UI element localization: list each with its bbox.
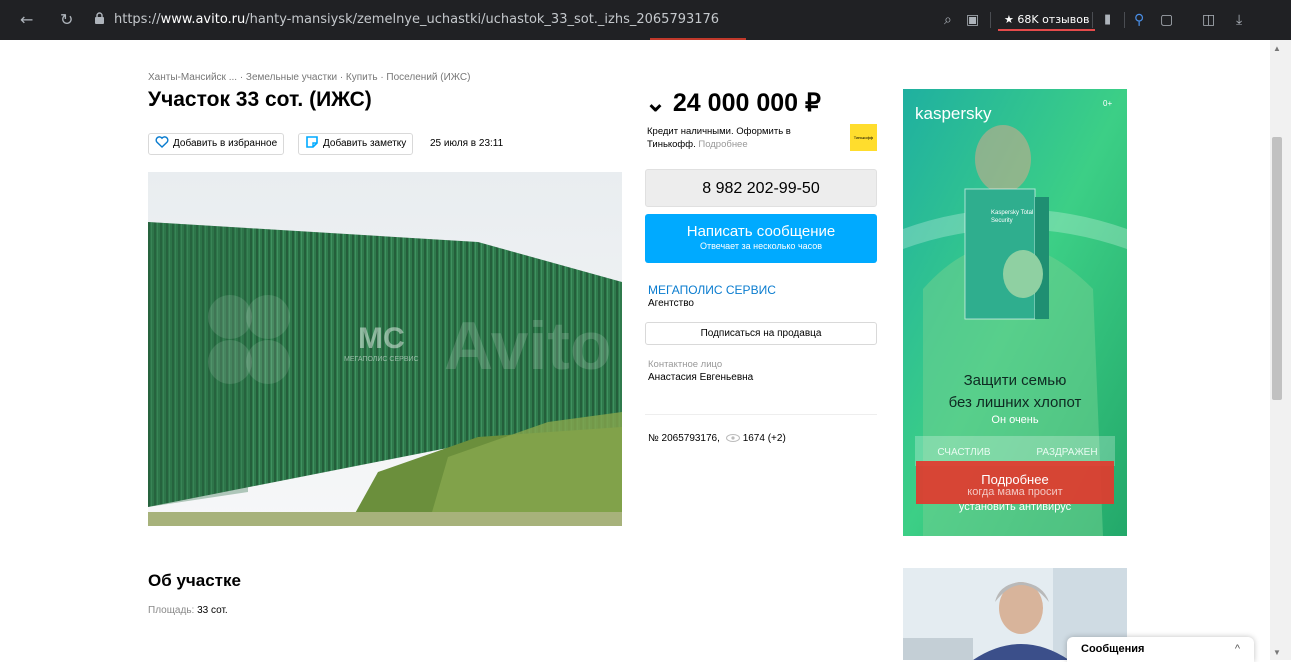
photo-logo: MC [358, 322, 405, 355]
show-phone-button[interactable]: 8 982 202-99-50 [645, 169, 877, 207]
bookmark-icon[interactable]: ▮ [1104, 10, 1111, 30]
avito-watermark: Avito [444, 308, 612, 384]
price-chevron-icon: ⌄ [645, 89, 666, 117]
breadcrumb[interactable]: Ханты-Мансийск ... · Земельные участки ·… [148, 72, 470, 83]
subscribe-seller-button[interactable]: Подписаться на продавца [645, 322, 877, 345]
back-icon[interactable]: ← [20, 10, 33, 30]
send-message-label: Написать сообщение [686, 223, 836, 240]
eye-icon [725, 434, 740, 442]
ad-brand: kaspersky [915, 104, 992, 123]
add-favorite-label: Добавить в избранное [173, 138, 278, 149]
seller-name-link[interactable]: МЕГАПОЛИС СЕРВИС [648, 283, 776, 297]
browser-toolbar: ← ↻ https://www.avito.ru/hanty-mansiysk/… [0, 0, 1291, 40]
kaspersky-ad-banner[interactable]: kaspersky 0+ Kaspersky Total Security За… [903, 89, 1127, 536]
add-note-button[interactable]: Добавить заметку [298, 133, 414, 155]
area-value: 33 сот. [197, 605, 228, 616]
lock-icon [95, 12, 104, 24]
scroll-down-icon[interactable]: ▼ [1273, 648, 1281, 657]
about-section-title: Об участке [148, 571, 241, 590]
add-note-label: Добавить заметку [323, 138, 407, 149]
ad-headline-2: без лишних хлопот [948, 394, 1082, 411]
scroll-up-icon[interactable]: ▲ [1273, 44, 1281, 53]
ad-cta-label: Подробнее [981, 472, 1049, 487]
messages-widget[interactable]: Сообщения ^ [1067, 637, 1254, 662]
page-scrollbar[interactable]: ▲ ▼ [1270, 40, 1291, 660]
credit-offer[interactable]: Кредит наличными. Оформить в Тинькофф. П… [647, 125, 842, 151]
ad-bottom-1: когда мама просит [967, 486, 1063, 498]
profile-icon[interactable]: ⚲ [1134, 10, 1144, 30]
ad-bottom-2: установить антивирус [958, 501, 1072, 513]
heart-icon [155, 136, 169, 148]
ad-subline: Он очень [991, 414, 1039, 426]
views-count: 1674 (+2) [742, 433, 786, 444]
price[interactable]: ⌄ 24 000 000 ₽ [645, 88, 821, 118]
search-icon[interactable]: ⌕ [944, 10, 952, 30]
ad-meta: № 2065793176, 1674 (+2) [648, 432, 786, 446]
address-bar[interactable]: https://www.avito.ru/hanty-mansiysk/zeme… [114, 11, 719, 29]
page-title: Участок 33 сот. (ИЖС) [148, 88, 372, 111]
ad-number: № 2065793176, [648, 433, 720, 444]
messages-label: Сообщения [1081, 643, 1145, 655]
bank-logo: Тинькофф [850, 124, 877, 151]
credit-more-link[interactable]: Подробнее [698, 139, 747, 150]
ad-option-1: СЧАСТЛИВ [937, 447, 991, 458]
chevron-up-icon[interactable]: ^ [1235, 637, 1240, 662]
note-icon [306, 136, 318, 148]
listing-photo[interactable]: Avito MC МЕГАПОЛИС СЕРВИС [148, 172, 622, 526]
add-favorite-button[interactable]: Добавить в избранное [148, 133, 285, 155]
url-path: /hanty-mansiysk/zemelnye_uchastki/uchast… [245, 12, 720, 27]
send-message-button[interactable]: Написать сообщение Отвечает за несколько… [645, 214, 877, 263]
reviews-badge[interactable]: ★ 68K отзывов [998, 9, 1096, 31]
contact-person-name: Анастасия Евгеньевна [648, 372, 754, 383]
scrollbar-thumb[interactable] [1272, 137, 1282, 400]
ad-age-rating: 0+ [1103, 99, 1113, 108]
seller-type: Агентство [648, 298, 694, 309]
extension-icon[interactable]: ▣ [966, 10, 979, 30]
collections-icon[interactable]: ◫ [1202, 10, 1215, 30]
download-icon[interactable]: ⤓ [1236, 10, 1242, 30]
area-row: Площадь: 33 сот. [148, 605, 228, 616]
url-scheme: https:// [114, 12, 161, 27]
ad-headline-1: Защити семью [963, 372, 1067, 389]
photo-logo-caption: МЕГАПОЛИС СЕРВИС [344, 356, 419, 363]
publish-date: 25 июля в 23:11 [430, 138, 504, 149]
url-domain: www.avito.ru [160, 12, 246, 27]
reload-icon[interactable]: ↻ [60, 10, 73, 30]
reader-icon[interactable]: ▢ [1160, 10, 1173, 30]
price-value: 24 000 000 ₽ [672, 89, 821, 117]
response-time: Отвечает за несколько часов [699, 241, 823, 251]
contact-person-label: Контактное лицо [648, 359, 723, 370]
ad-option-2: РАЗДРАЖЕН [1036, 447, 1098, 458]
area-label: Площадь: [148, 605, 195, 616]
ad-product-box: Kaspersky Total Security [991, 210, 1034, 224]
